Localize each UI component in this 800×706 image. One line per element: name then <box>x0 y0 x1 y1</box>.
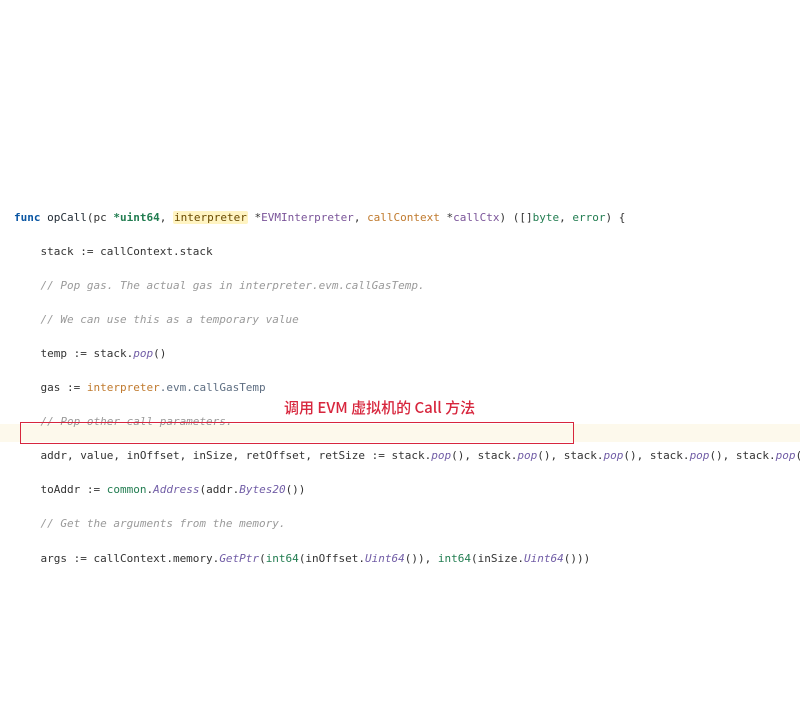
code-line: gas := interpreter.evm.callGasTemp <box>14 379 798 396</box>
code-line: stack := callContext.stack <box>14 243 798 260</box>
code-line: addr, value, inOffset, inSize, retOffset… <box>14 447 798 464</box>
code-line: args := callContext.memory.GetPtr(int64(… <box>14 550 798 567</box>
code-line: // Get the arguments from the memory. <box>14 515 798 532</box>
code-line: temp := stack.pop() <box>14 345 798 362</box>
code-line: var bigVal = big0 <box>14 618 798 622</box>
code-line <box>14 584 798 601</box>
code-block[interactable]: func opCall(pc *uint64, interpreter *EVM… <box>0 188 800 622</box>
code-line: // Pop other call parameters. <box>14 413 798 430</box>
code-line: func opCall(pc *uint64, interpreter *EVM… <box>14 209 798 226</box>
code-line: // Pop gas. The actual gas in interprete… <box>14 277 798 294</box>
code-line: toAddr := common.Address(addr.Bytes20()) <box>14 481 798 498</box>
code-editor: 调用 EVM 虚拟机的 Call 方法 func opCall(pc *uint… <box>0 68 800 621</box>
code-line: // We can use this as a temporary value <box>14 311 798 328</box>
